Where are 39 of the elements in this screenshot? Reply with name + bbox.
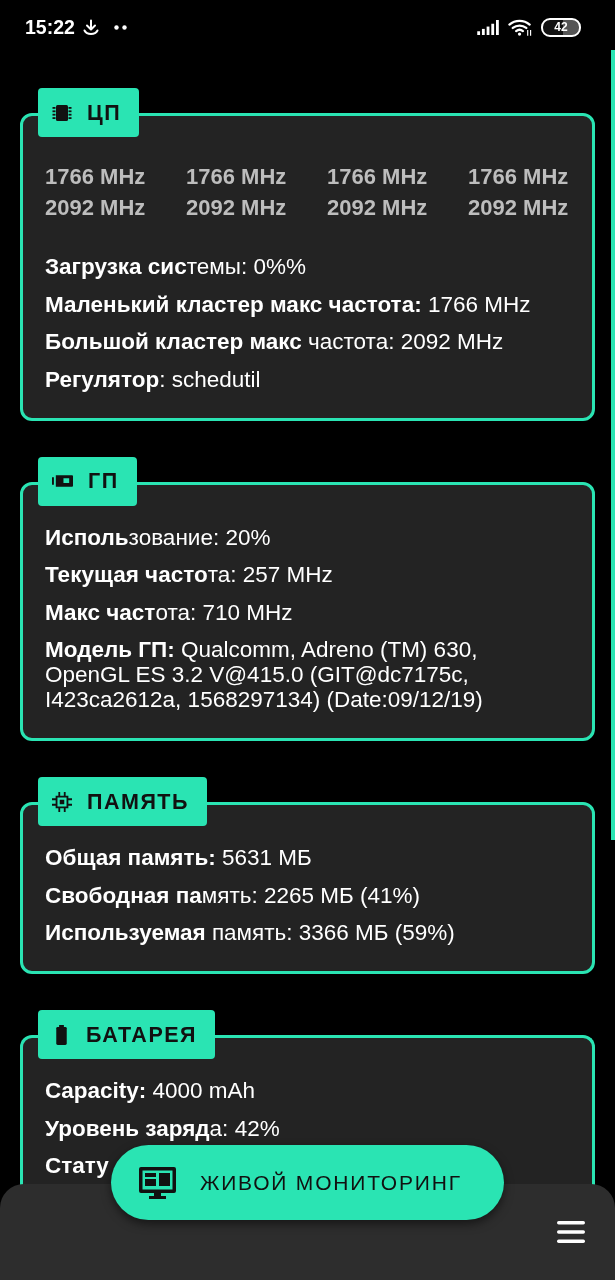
wifi-icon xyxy=(508,18,533,36)
section-title: ГП xyxy=(88,469,119,493)
info-line: Загрузка системы: 0%% xyxy=(45,254,306,279)
monitor-icon xyxy=(139,1165,176,1200)
battery-indicator: 42 xyxy=(541,17,581,37)
info-line: Использование: 20% xyxy=(45,524,271,550)
memory-chip-icon xyxy=(52,791,72,812)
core-frequency: 2092 MHz xyxy=(468,194,570,222)
info-line: Модель ГП: Qualcomm, Adreno (TM) 630, OpenGL ES 3.2 V@415.0 (GIT@dc7175c, I423ca2612a, 1568297134) (Date:09/12/19) xyxy=(45,637,484,712)
info-line: Свободная память: 2265 МБ (41%) xyxy=(45,882,420,908)
info-line: Текущая частота: 257 MHz xyxy=(45,562,333,587)
signal-icon xyxy=(477,19,500,35)
clock-time: 15:22 xyxy=(25,16,75,38)
graphics-card-icon xyxy=(52,475,73,487)
info-line: Маленький кластер макс частота: 1766 MHz xyxy=(45,291,531,317)
info-line: Общая память: 5631 МБ xyxy=(45,845,312,870)
menu-icon[interactable] xyxy=(557,1221,585,1243)
info-line: Большой кластер макс частота: 2092 MHz xyxy=(45,329,504,354)
section-title: БАТАРЕЯ xyxy=(86,1022,198,1047)
info-line: Макс частота: 710 MHz xyxy=(45,599,293,625)
info-line: Стату xyxy=(45,1153,109,1178)
battery-icon xyxy=(56,1024,67,1045)
core-frequency: 1766 MHz xyxy=(186,163,288,191)
download-icon xyxy=(82,19,99,35)
live-monitoring-button[interactable]: ЖИВОЙ МОНИТОРИНГ xyxy=(111,1145,504,1220)
info-line: Уровень заряда: 42% xyxy=(45,1115,280,1141)
info-line: Используемая память: 3366 МБ (59%) xyxy=(45,920,455,945)
core-frequency: 2092 MHz xyxy=(327,194,429,222)
core-frequency: 1766 MHz xyxy=(468,163,570,191)
core-frequency: 2092 MHz xyxy=(45,194,147,222)
section-title: ЦП xyxy=(87,100,122,125)
core-frequency: 1766 MHz xyxy=(45,163,147,191)
dots-icon xyxy=(113,24,127,30)
core-frequency: 1766 MHz xyxy=(327,163,429,191)
section-title: ПАМЯТЬ xyxy=(87,789,189,814)
info-line: Регулятор: schedutil xyxy=(45,366,261,392)
info-line: Capacity: 4000 mAh xyxy=(45,1078,256,1103)
core-frequency: 2092 MHz xyxy=(186,194,288,222)
chip-icon xyxy=(52,103,72,122)
